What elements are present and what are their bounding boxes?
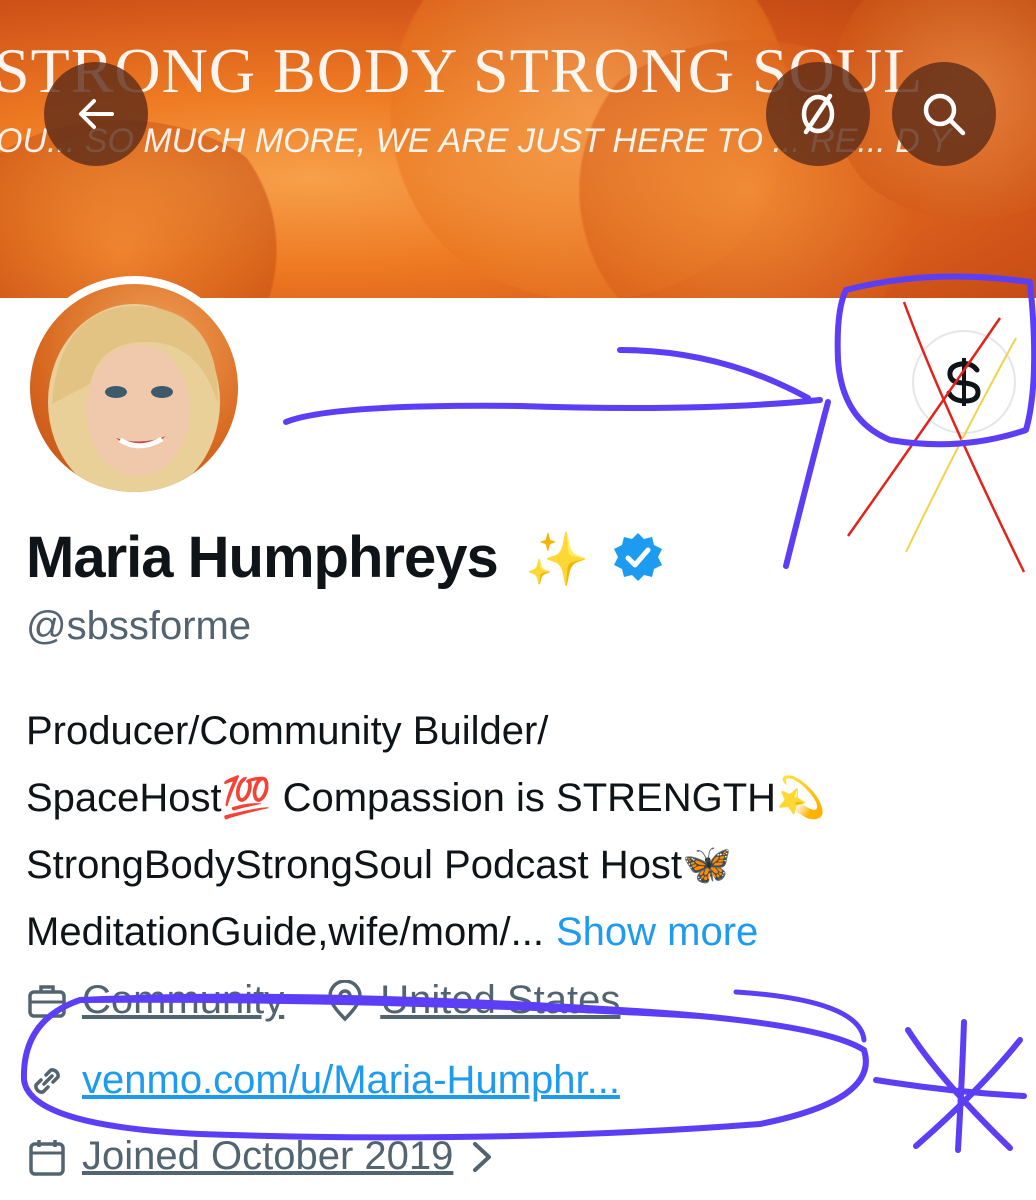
calendar-icon bbox=[29, 1139, 65, 1176]
tip-button[interactable] bbox=[912, 330, 1016, 434]
purple-asterisk bbox=[873, 1019, 1027, 1153]
bio-line: Producer/Community Builder/ bbox=[26, 709, 549, 753]
profile-banner: STRONG BODY STRONG SOUL OU... SO MUCH MO… bbox=[0, 0, 1036, 298]
verified-badge-icon[interactable] bbox=[612, 531, 664, 583]
profile-name-row: Maria Humphreys ✨ bbox=[26, 524, 664, 591]
dollar-icon bbox=[801, 93, 835, 135]
profile-location: United States bbox=[380, 978, 621, 1022]
search-icon bbox=[923, 93, 966, 136]
profile-handle: @sbssforme bbox=[26, 604, 252, 648]
profile-meta-row: Community United States bbox=[26, 978, 620, 1023]
location-pin-icon bbox=[328, 979, 363, 1021]
search-button[interactable] bbox=[892, 62, 996, 166]
briefcase-icon bbox=[28, 984, 66, 1018]
chevron-right-icon[interactable] bbox=[467, 1139, 497, 1175]
profile-joined-row: Joined October 2019 bbox=[26, 1134, 497, 1179]
bio-line: MeditationGuide,wife/mom/... bbox=[26, 910, 544, 954]
profile-bio: Producer/Community Builder/ SpaceHost💯 C… bbox=[26, 698, 1016, 966]
bio-line: SpaceHost💯 Compassion is STRENGTH💫 bbox=[26, 776, 826, 820]
profile-name: Maria Humphreys bbox=[26, 525, 499, 590]
purple-underline bbox=[733, 989, 867, 1043]
profile-website-row: venmo.com/u/Maria-Humphr... bbox=[26, 1058, 620, 1103]
profile-joined[interactable]: Joined October 2019 bbox=[82, 1134, 453, 1179]
sparkles-emoji: ✨ bbox=[524, 531, 590, 589]
back-arrow-icon bbox=[79, 99, 114, 129]
profile-website-link[interactable]: venmo.com/u/Maria-Humphr... bbox=[82, 1058, 620, 1103]
tip-jar-icon bbox=[946, 358, 981, 406]
avatar[interactable] bbox=[22, 276, 246, 500]
show-more-link[interactable]: Show more bbox=[556, 910, 758, 954]
link-icon bbox=[34, 1067, 60, 1094]
back-button[interactable] bbox=[44, 62, 148, 166]
dollar-button[interactable] bbox=[766, 62, 870, 166]
profile-category[interactable]: Community bbox=[82, 978, 284, 1023]
bio-line: StrongBodyStrongSoul Podcast Host🦋 bbox=[26, 843, 732, 887]
